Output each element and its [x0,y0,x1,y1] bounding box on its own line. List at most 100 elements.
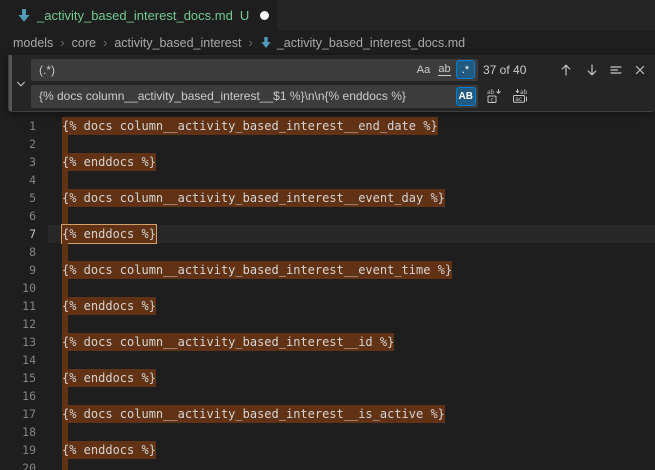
line-number: 18 [0,423,36,441]
editor-line-12[interactable]: 12 [0,315,655,333]
match-case-toggle[interactable]: Aa [414,60,433,79]
find-in-selection-icon [609,63,623,77]
line-number: 6 [0,207,36,225]
editor-line-13[interactable]: 13{% docs column__activity_based_interes… [0,333,655,351]
breadcrumb-separator: › [103,35,107,50]
svg-text:ab: ab [487,89,495,96]
chevron-down-icon [15,78,27,90]
line-content [62,459,68,470]
replace-button[interactable]: ab c [483,85,505,107]
editor-line-2[interactable]: 2 [0,135,655,153]
editor-line-17[interactable]: 17{% docs column__activity_based_interes… [0,405,655,423]
tab-activity-docs[interactable]: _activity_based_interest_docs.md U [0,0,277,30]
vscode-window: _activity_based_interest_docs.md U model… [0,0,655,470]
regex-icon: .* [462,59,469,81]
breadcrumb-item-core[interactable]: core [72,36,96,50]
line-number: 1 [0,117,36,135]
breadcrumb-item-file[interactable]: _activity_based_interest_docs.md [260,36,465,50]
find-match-empty [62,351,68,369]
replace-input[interactable]: {% docs column__activity_based_interest_… [31,85,478,108]
find-match-empty [62,171,68,189]
line-content: {% enddocs %} [62,297,156,315]
editor-line-10[interactable]: 10 [0,279,655,297]
svg-text:c: c [490,96,494,103]
breadcrumb: models › core › activity_based_interest … [0,30,655,55]
editor-pane[interactable]: 1 {% docs column__activity_based_interest… [0,112,655,470]
editor-line-7[interactable]: 7 {% enddocs %} [0,225,655,243]
find-input-value: (.*) [39,63,55,77]
line-content: {% enddocs %} [62,369,156,387]
line-number: 10 [0,279,36,297]
line-content: {% enddocs %} [62,225,156,243]
line-number: 7 [0,225,36,243]
find-match: {% enddocs %} [62,297,156,315]
line-number: 9 [0,261,36,279]
editor-line-1[interactable]: 1 {% docs column__activity_based_interest… [0,117,655,135]
git-status-badge: U [240,8,249,23]
whole-word-toggle[interactable]: ab [435,60,454,79]
preserve-case-toggle[interactable]: AB [456,87,476,106]
line-content: {% docs column__activity_based_interest_… [62,189,445,207]
find-results-count: 37 of 40 [483,59,526,81]
find-match: {% docs column__activity_based_interest_… [62,405,445,423]
preserve-case-icon: AB [459,85,473,108]
find-widget: (.*) Aa ab .* 37 of 40 [8,55,655,112]
line-number: 5 [0,189,36,207]
editor-line-9[interactable]: 9{% docs column__activity_based_interest… [0,261,655,279]
replace-all-icon: ab ac [512,88,528,104]
find-match: {% docs column__activity_based_interest_… [62,333,394,351]
toggle-replace-button[interactable] [14,77,28,91]
line-number: 2 [0,135,36,153]
find-match: {% enddocs %} [62,369,156,387]
breadcrumb-separator: › [248,35,252,50]
find-match: {% enddocs %} [62,153,156,171]
editor-line-19[interactable]: 19{% enddocs %} [0,441,655,459]
tab-bar: _activity_based_interest_docs.md U [0,0,655,30]
editor-line-20[interactable]: 20 [0,459,655,470]
replace-input-value: {% docs column__activity_based_interest_… [39,89,406,103]
regex-toggle[interactable]: .* [456,60,475,79]
line-content: {% docs column__activity_based_interest_… [62,333,394,351]
breadcrumb-separator: › [60,35,64,50]
find-previous-button[interactable] [555,59,577,81]
find-match-empty [62,459,68,470]
close-find-widget-button[interactable] [629,59,651,81]
editor-line-11[interactable]: 11 {% enddocs %} [0,297,655,315]
editor-line-3[interactable]: 3 {% enddocs %} [0,153,655,171]
find-match: {% docs column__activity_based_interest_… [62,189,445,207]
replace-icon: ab c [486,88,502,104]
line-number: 14 [0,351,36,369]
line-content: {% enddocs %} [62,153,156,171]
editor-line-6[interactable]: 6 [0,207,655,225]
find-options: Aa ab .* [414,60,475,79]
find-next-button[interactable] [581,59,603,81]
line-number: 4 [0,171,36,189]
editor-line-5[interactable]: 5 {% docs column__activity_based_interest… [0,189,655,207]
line-content: {% docs column__activity_based_interest_… [62,117,438,135]
line-content: {% docs column__activity_based_interest_… [62,405,445,423]
editor-line-4[interactable]: 4 [0,171,655,189]
editor-line-18[interactable]: 18 [0,423,655,441]
editor-line-15[interactable]: 15{% enddocs %} [0,369,655,387]
line-number: 16 [0,387,36,405]
editor-line-8[interactable]: 8 [0,243,655,261]
find-widget-resize-sash[interactable] [9,55,12,111]
breadcrumb-file-label: _activity_based_interest_docs.md [277,36,465,50]
find-in-selection-button[interactable] [605,59,627,81]
find-match-empty [62,243,68,261]
editor-line-14[interactable]: 14 [0,351,655,369]
line-number: 11 [0,297,36,315]
svg-text:ac: ac [515,96,523,103]
line-number: 8 [0,243,36,261]
line-number: 19 [0,441,36,459]
line-number: 3 [0,153,36,171]
breadcrumb-item-activity-based-interest[interactable]: activity_based_interest [114,36,241,50]
breadcrumb-item-models[interactable]: models [13,36,53,50]
modified-indicator[interactable] [260,11,269,20]
find-input[interactable]: (.*) Aa ab .* [31,59,478,81]
line-number: 20 [0,459,36,470]
find-match-empty [62,315,68,333]
replace-all-button[interactable]: ab ac [509,85,531,107]
line-number: 12 [0,315,36,333]
editor-line-16[interactable]: 16 [0,387,655,405]
